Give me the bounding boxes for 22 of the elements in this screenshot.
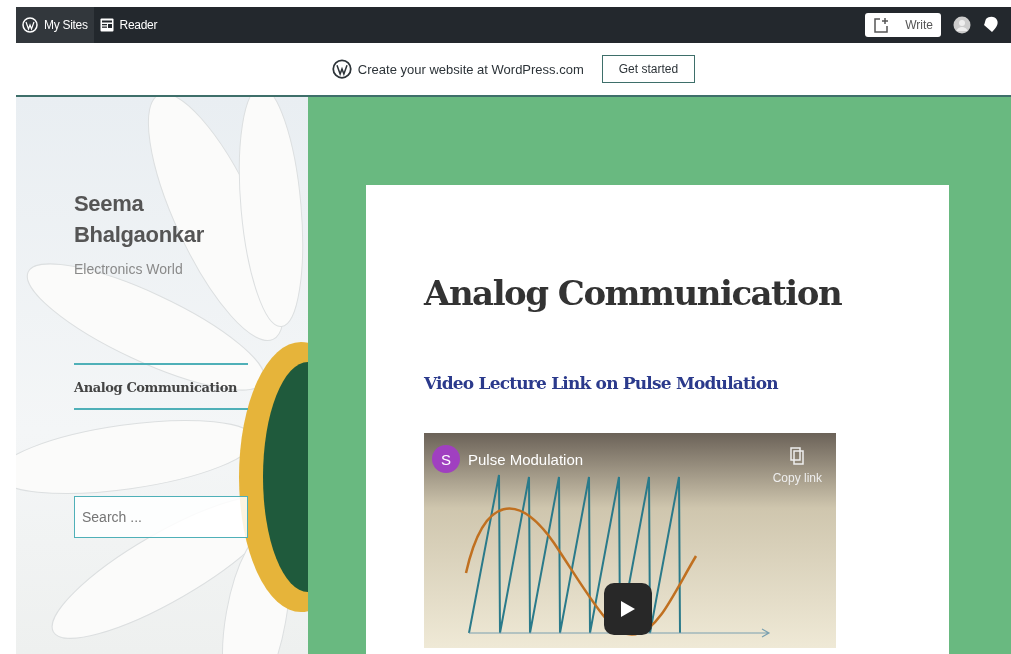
play-button[interactable] [604,583,652,635]
reader-icon [99,18,114,32]
write-button[interactable]: Write [865,13,941,37]
play-icon [620,600,636,618]
channel-avatar[interactable]: S [432,445,460,473]
video-lecture-link[interactable]: Video Lecture Link on Pulse Modulation [424,373,778,393]
post-title: Analog Communication [424,273,843,313]
get-started-button[interactable]: Get started [601,55,696,83]
banner-text: Create your website at WordPress.com [357,61,584,77]
search-field[interactable]: Search ... [74,495,248,538]
video-player[interactable]: S Pulse Modulation Copy link [424,433,836,648]
site-tagline: Electronics World [74,260,184,277]
wordpress-logo-icon [331,59,352,79]
site-title[interactable]: Seema Bhalgaonkar [74,189,248,251]
copy-icon [790,447,805,465]
nav-item[interactable]: Reader [93,7,164,43]
video-title[interactable]: Pulse Modulation [468,450,584,468]
avatar-icon[interactable] [953,16,971,34]
nav-item[interactable]: My Sites [16,7,94,43]
menu-link[interactable]: Analog Communication [74,379,237,395]
plus-page-icon [873,17,890,33]
wordpress-logo-icon [22,17,38,33]
